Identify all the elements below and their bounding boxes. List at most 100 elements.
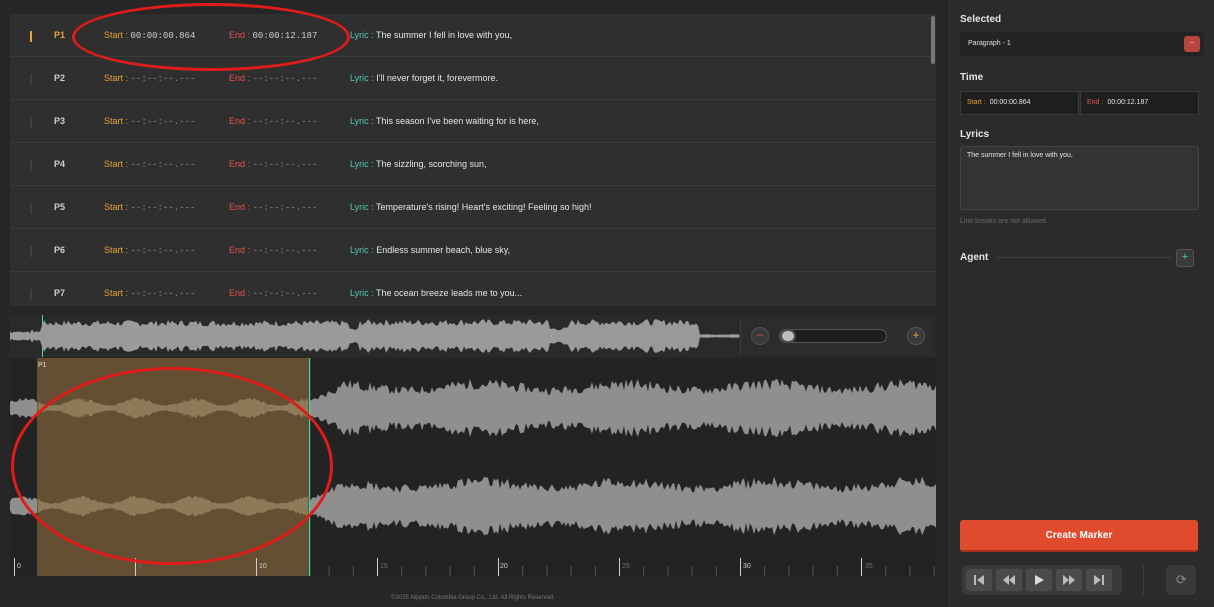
selected-paragraph-select[interactable]: Paragraph - 1 −	[960, 32, 1204, 56]
lyric-label: Lyric :	[350, 116, 374, 126]
create-marker-button[interactable]: Create Marker	[960, 520, 1198, 552]
start-label: Start :	[104, 72, 129, 83]
paragraph-id: P6	[54, 245, 66, 255]
lyric-text: The summer I fell in love with you,	[376, 30, 513, 40]
lyric-label: Lyric :	[350, 73, 374, 83]
start-label: Start :	[104, 244, 129, 255]
start-time-label: Start :	[967, 99, 986, 106]
zoom-out-button[interactable]: −	[751, 327, 769, 345]
tick-label-0: 0	[17, 563, 21, 570]
end-value: --:--:--.---	[252, 159, 318, 170]
lyric: Lyric : The ocean breeze leads me to you…	[350, 288, 522, 298]
lyric-label: Lyric :	[350, 245, 374, 255]
end-time: End : --:--:--.---	[229, 73, 317, 84]
selected-label: Selected	[960, 14, 1002, 25]
lyrics-hint: Line breaks are not allowed.	[960, 218, 1048, 225]
lyric: Lyric : I'll never forget it, forevermor…	[350, 73, 498, 83]
lyric: Lyric : This season I've been waiting fo…	[350, 116, 539, 126]
end-label: End :	[229, 244, 251, 255]
start-time: Start : --:--:--.---	[104, 116, 195, 127]
lyric-text: This season I've been waiting for is her…	[376, 116, 539, 126]
tick-label-20: 20	[500, 563, 508, 570]
copyright-footer: ©2025 Nippon Columbia Group Co., Ltd. Al…	[391, 595, 555, 601]
end-value: --:--:--.---	[252, 288, 318, 299]
paragraph-row-p5[interactable]: P5 Start : --:--:--.--- End : --:--:--.-…	[10, 186, 936, 229]
end-time: End : --:--:--.---	[229, 202, 317, 213]
start-value: --:--:--.---	[130, 202, 196, 213]
start-value: --:--:--.---	[130, 159, 196, 170]
end-label: End :	[229, 201, 251, 212]
fast-forward-icon[interactable]	[1056, 569, 1082, 591]
agent-label: Agent	[960, 252, 989, 263]
end-value: --:--:--.---	[252, 245, 318, 256]
end-time: End : --:--:--.---	[229, 159, 317, 170]
agent-divider	[996, 257, 1172, 258]
row-indicator	[30, 203, 32, 214]
start-label: Start :	[104, 201, 129, 212]
end-time-field[interactable]: End :00:00:12.187	[1080, 91, 1199, 115]
paragraph-id: P1	[54, 30, 66, 40]
add-agent-button[interactable]: +	[1176, 249, 1194, 267]
zoom-control: − +	[740, 318, 932, 354]
skip-start-icon[interactable]	[966, 569, 992, 591]
rewind-icon[interactable]	[996, 569, 1022, 591]
end-time-value: 00:00:12.187	[1107, 99, 1149, 106]
lyric-label: Lyric :	[350, 288, 374, 298]
end-label: End :	[229, 287, 251, 298]
zoom-slider[interactable]	[779, 329, 887, 343]
row-indicator	[30, 246, 32, 257]
tick-label-10: 10	[259, 563, 267, 570]
overview-wave-shape	[10, 319, 740, 353]
marker-region-label: P1	[38, 362, 47, 369]
lyrics-textarea[interactable]: The summer I fell in love with you,	[960, 146, 1199, 210]
paragraph-row-p7[interactable]: P7 Start : --:--:--.--- End : --:--:--.-…	[10, 272, 936, 306]
tick-label-30: 30	[743, 563, 751, 570]
end-time: End : --:--:--.---	[229, 245, 317, 256]
skip-end-icon[interactable]	[1086, 569, 1112, 591]
clear-selection-button[interactable]: −	[1184, 36, 1200, 52]
tick-label-15: 15	[380, 563, 388, 570]
end-value: --:--:--.---	[252, 73, 318, 84]
end-label: End :	[229, 115, 251, 126]
end-time: End : --:--:--.---	[229, 116, 317, 127]
play-icon[interactable]	[1026, 569, 1052, 591]
start-time-value: 00:00:00.864	[989, 99, 1031, 106]
loop-icon: ⟳	[1176, 572, 1187, 587]
end-time: End : --:--:--.---	[229, 288, 317, 299]
lyric: Lyric : The summer I fell in love with y…	[350, 30, 512, 40]
properties-panel: Selected Paragraph - 1 − Time Start :00:…	[946, 0, 1214, 607]
paragraph-id: P5	[54, 202, 66, 212]
lyrics-label: Lyrics	[960, 129, 990, 140]
start-time: Start : --:--:--.---	[104, 73, 195, 84]
zoom-slider-knob[interactable]	[780, 329, 796, 343]
paragraph-id: P7	[54, 288, 66, 298]
paragraph-id: P2	[54, 73, 66, 83]
start-value: --:--:--.---	[130, 73, 196, 84]
lyric-text: The ocean breeze leads me to you...	[376, 288, 523, 298]
lyric: Lyric : Temperature's rising! Heart's ex…	[350, 202, 592, 212]
lyric: Lyric : The sizzling, scorching sun,	[350, 159, 487, 169]
paragraph-row-p4[interactable]: P4 Start : --:--:--.--- End : --:--:--.-…	[10, 143, 936, 186]
start-time: Start : --:--:--.---	[104, 288, 195, 299]
start-value: --:--:--.---	[130, 288, 196, 299]
start-label: Start :	[104, 115, 129, 126]
paragraph-row-p6[interactable]: P6 Start : --:--:--.--- End : --:--:--.-…	[10, 229, 936, 272]
lyric-text: The sizzling, scorching sun,	[376, 159, 487, 169]
row-indicator	[30, 160, 32, 171]
paragraph-row-p3[interactable]: P3 Start : --:--:--.--- End : --:--:--.-…	[10, 100, 936, 143]
start-time: Start : --:--:--.---	[104, 202, 195, 213]
end-value: --:--:--.---	[252, 202, 318, 213]
paragraph-list-scrollbar[interactable]	[931, 16, 935, 64]
lyric-text: Temperature's rising! Heart's exciting! …	[376, 202, 592, 212]
end-label: End :	[229, 72, 251, 83]
lyric-marker-app: P1 Start : 00:00:00.864 End : 00:00:12.1…	[0, 0, 1214, 607]
start-value: --:--:--.---	[130, 245, 196, 256]
zoom-in-button[interactable]: +	[907, 327, 925, 345]
lyric-label: Lyric :	[350, 202, 374, 212]
row-indicator	[30, 74, 32, 85]
loop-button[interactable]: ⟳	[1166, 565, 1196, 595]
end-time-label: End :	[1087, 99, 1104, 106]
selected-paragraph-value: Paragraph - 1	[968, 40, 1011, 47]
time-label: Time	[960, 72, 984, 83]
start-time-field[interactable]: Start :00:00:00.864	[960, 91, 1079, 115]
